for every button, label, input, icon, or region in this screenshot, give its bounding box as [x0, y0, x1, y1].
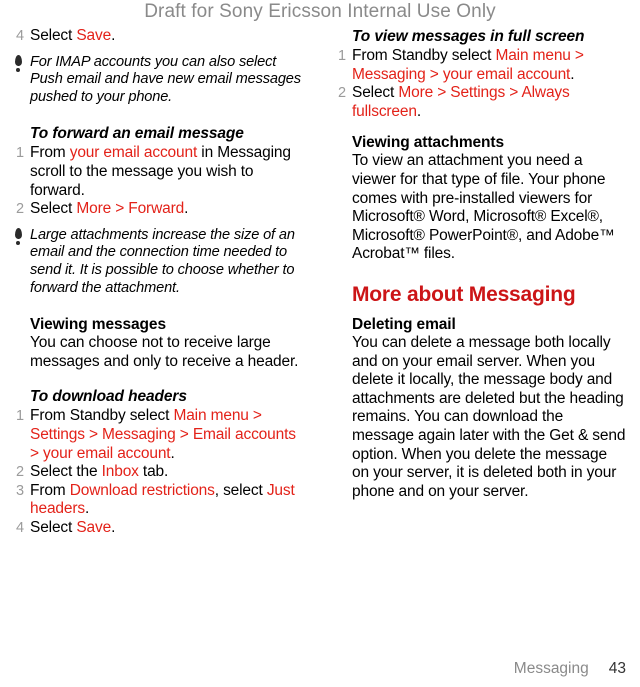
- note-imap: For IMAP accounts you can also select Pu…: [15, 53, 302, 107]
- list-item: 1 From your email account in Messaging sc…: [14, 144, 302, 200]
- right-column: To view messages in full screen 1 From St…: [320, 27, 640, 501]
- step-number: 1: [338, 48, 346, 64]
- step-number: 1: [16, 145, 24, 162]
- step-number: 4: [16, 519, 24, 536]
- footer-page-number: 43: [608, 660, 626, 677]
- step-text-suffix: .: [184, 200, 189, 218]
- step-text-prefix: Select: [30, 200, 77, 218]
- step-number: 3: [16, 482, 24, 499]
- step-text-prefix: Select: [30, 518, 77, 536]
- heading-deleting-email: Deleting email: [352, 315, 456, 333]
- list-item: 2 Select the Inbox tab.: [14, 463, 302, 482]
- note-large-attachments: Large attachments increase the size of a…: [15, 226, 302, 297]
- step-text-suffix: .: [170, 444, 175, 462]
- draft-watermark: Draft for Sony Ericsson Internal Use Onl…: [144, 1, 496, 22]
- heading-download-headers: To download headers: [30, 388, 187, 406]
- list-item: 1 From Standby select Main menu > Setting…: [14, 407, 302, 463]
- step-number: 2: [338, 85, 346, 102]
- two-column-body: 4 Select Save. For IMAP accounts you can …: [0, 27, 640, 537]
- step-number: 2: [16, 201, 24, 218]
- step-number: 4: [16, 28, 24, 44]
- list-item: 4 Select Save.: [14, 519, 302, 538]
- step-link[interactable]: More > Forward: [76, 200, 184, 217]
- fullscreen-step-list: 1 From Standby select Main menu > Messagi…: [336, 47, 626, 121]
- note-text: Large attachments increase the size of a…: [30, 226, 295, 296]
- step-link[interactable]: your email account: [70, 144, 198, 161]
- step-link[interactable]: Download restrictions: [70, 482, 215, 499]
- trailing-step-list: 4 Select Save.: [14, 27, 302, 46]
- step-number: 2: [16, 464, 24, 481]
- tip-icon: [14, 227, 23, 245]
- heading-more-about-messaging: More about Messaging: [352, 282, 576, 306]
- step-text-suffix: .: [416, 102, 422, 120]
- step-link[interactable]: Save: [76, 27, 111, 44]
- footer-chapter-name: Messaging: [513, 660, 589, 677]
- step-text-suffix: .: [111, 518, 116, 536]
- step-text-prefix: From Standby select: [352, 47, 496, 64]
- step-text-suffix: .: [570, 65, 575, 83]
- heading-viewing-messages: Viewing messages: [30, 316, 166, 334]
- heading-viewing-attachments: Viewing attachments: [352, 134, 504, 152]
- list-item: 2 Select More > Forward.: [14, 200, 302, 219]
- step-text-suffix: , select: [214, 481, 267, 499]
- step-text-suffix: .: [111, 27, 116, 44]
- list-item: 1 From Standby select Main menu > Messagi…: [336, 47, 626, 84]
- step-number: 1: [16, 408, 24, 425]
- paragraph-viewing-messages: You can choose not to receive large mess…: [30, 334, 299, 370]
- paragraph-deleting-email: You can delete a message both locally an…: [352, 333, 626, 500]
- step-text-prefix: Select: [352, 84, 399, 102]
- step-text-suffix-secondary: .: [84, 500, 90, 518]
- list-item: 2 Select More > Settings > Always fullscr…: [336, 84, 626, 121]
- step-text-prefix: From: [30, 144, 70, 162]
- step-text-prefix: Select: [30, 27, 77, 44]
- step-text-suffix: tab.: [138, 463, 169, 481]
- manual-page: Draft for Sony Ericsson Internal Use Onl…: [0, 0, 640, 687]
- step-text-prefix: From Standby select: [30, 407, 174, 425]
- forward-step-list: 1 From your email account in Messaging sc…: [14, 144, 302, 218]
- list-item: 4 Select Save.: [14, 27, 302, 46]
- step-text-prefix: Select the: [30, 463, 102, 481]
- left-column: 4 Select Save. For IMAP accounts you can …: [0, 27, 320, 537]
- heading-forward-email: To forward an email message: [30, 125, 244, 143]
- note-text: For IMAP accounts you can also select Pu…: [30, 53, 301, 105]
- download-headers-step-list: 1 From Standby select Main menu > Setting…: [14, 407, 302, 537]
- step-text-prefix: From: [30, 481, 70, 499]
- step-link[interactable]: Save: [76, 519, 111, 536]
- step-link[interactable]: Inbox: [102, 463, 139, 480]
- tip-icon: [14, 54, 23, 72]
- page-footer: Messaging 43: [0, 660, 640, 678]
- list-item: 3 From Download restrictions, select Just…: [14, 482, 302, 519]
- heading-view-fullscreen: To view messages in full screen: [352, 28, 585, 45]
- paragraph-viewing-attachments: To view an attachment you need a viewer …: [352, 152, 615, 263]
